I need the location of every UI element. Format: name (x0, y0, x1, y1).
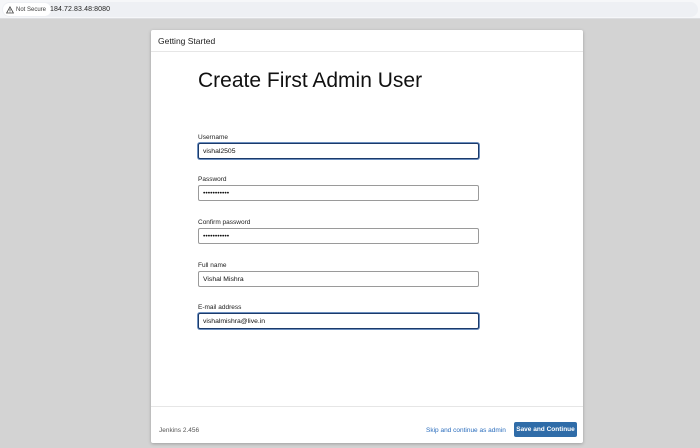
admin-user-form: Create First Admin User Username Passwor… (198, 67, 480, 329)
confirm-password-input[interactable] (198, 228, 479, 244)
setup-dialog: Getting Started Create First Admin User … (151, 30, 583, 443)
url-text[interactable]: 184.72.83.48:8080 (50, 4, 110, 15)
confirm-password-label: Confirm password (198, 219, 251, 226)
username-field-group: Username (198, 133, 480, 159)
full-name-input[interactable] (198, 271, 479, 287)
dialog-title: Getting Started (158, 36, 216, 46)
email-label: E-mail address (198, 304, 242, 311)
password-field-group: Password (198, 175, 480, 201)
address-bar[interactable]: Not Secure 184.72.83.48:8080 (2, 2, 698, 17)
browser-toolbar: Not Secure 184.72.83.48:8080 (0, 0, 700, 19)
save-and-continue-button[interactable]: Save and Continue (514, 422, 577, 437)
dialog-header: Getting Started (151, 30, 583, 52)
page-title: Create First Admin User (198, 69, 423, 92)
skip-and-continue-link[interactable]: Skip and continue as admin (426, 427, 506, 434)
security-indicator[interactable]: Not Secure (3, 3, 52, 16)
full-name-field-group: Full name (198, 261, 480, 287)
username-input[interactable] (198, 143, 479, 159)
username-label: Username (198, 134, 228, 141)
version-label: Jenkins 2.456 (159, 427, 200, 434)
warning-triangle-icon (5, 5, 15, 14)
email-field-group: E-mail address (198, 303, 480, 329)
email-input[interactable] (198, 313, 479, 329)
confirm-password-field-group: Confirm password (198, 218, 480, 244)
password-label: Password (198, 176, 227, 183)
security-label: Not Secure (16, 6, 47, 13)
dialog-footer: Jenkins 2.456 Skip and continue as admin… (151, 406, 583, 443)
full-name-label: Full name (198, 262, 227, 269)
password-input[interactable] (198, 185, 479, 201)
